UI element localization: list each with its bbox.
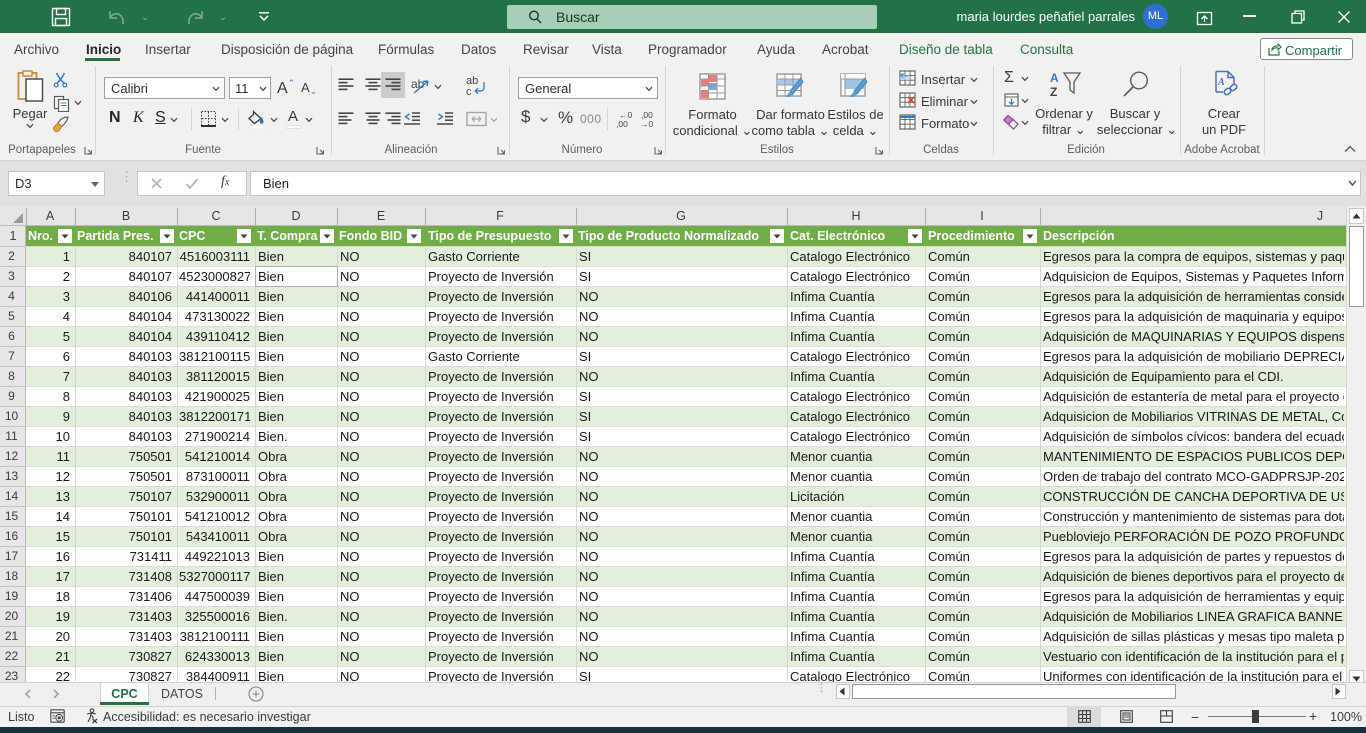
svg-text:Z: Z bbox=[1050, 85, 1057, 99]
svg-text:,00: ,00 bbox=[616, 119, 628, 128]
svg-text:→0: →0 bbox=[640, 119, 654, 128]
svg-text:A: A bbox=[1217, 77, 1225, 88]
svg-text:c: c bbox=[466, 86, 472, 98]
svg-text:A: A bbox=[1050, 71, 1059, 85]
